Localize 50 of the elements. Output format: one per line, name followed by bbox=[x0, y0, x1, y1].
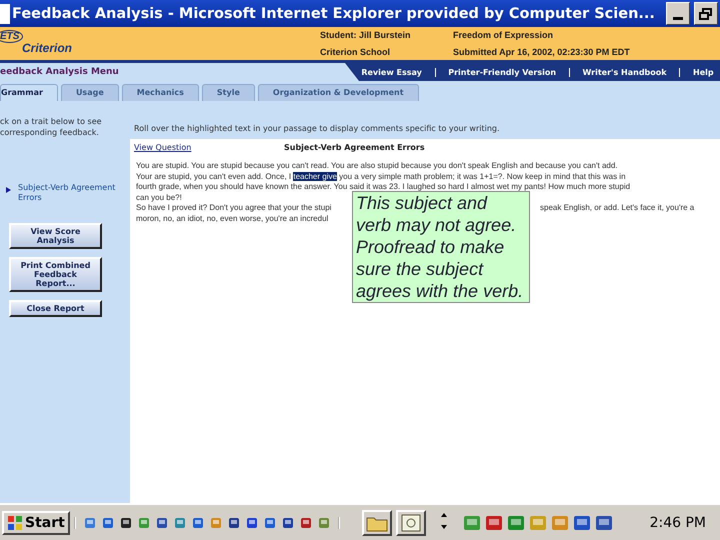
nav-link[interactable]: Writer's Handbook bbox=[582, 68, 667, 76]
student-name: Student: Jill Burstein bbox=[320, 30, 412, 40]
windows-logo-icon bbox=[7, 514, 23, 530]
clock: 2:46 PM bbox=[650, 514, 706, 530]
quick-launch-icon[interactable] bbox=[228, 516, 240, 528]
trait-link[interactable]: Subject-Verb Agreement Errors bbox=[6, 183, 130, 203]
essay-line: speak English, or add. Let's face it, you're a bbox=[540, 203, 694, 214]
instruction-text: ck on a trait below to see corresponding feedback. bbox=[0, 116, 103, 138]
view-question-link[interactable]: View Question bbox=[134, 143, 284, 152]
restore-button[interactable] bbox=[694, 2, 718, 25]
nav-link[interactable]: Help bbox=[693, 68, 714, 76]
minimize-button[interactable] bbox=[666, 2, 690, 25]
page-icon bbox=[0, 4, 10, 24]
window-task-button[interactable] bbox=[396, 510, 426, 536]
instruction-text: Roll over the highlighted text in your passage to display comments specific to your writing. bbox=[134, 124, 500, 133]
section-heading: Subject-Verb Agreement Errors bbox=[284, 143, 425, 152]
essay-line: fourth grade, when you should have known the answer. You said it was 23. I laughed so hard I almost wet my pants! How much more stupid bbox=[136, 182, 630, 191]
menu-title: eedback Analysis Menu bbox=[0, 66, 120, 79]
quick-launch-icon[interactable] bbox=[282, 516, 294, 528]
essay-line: can you be?! bbox=[136, 192, 182, 202]
tab[interactable]: Grammar bbox=[0, 84, 58, 101]
submitted-date: Submitted Apr 16, 2002, 02:23:30 PM EDT bbox=[453, 47, 630, 57]
nav-link[interactable]: Printer-Friendly Version bbox=[448, 68, 556, 76]
report-button[interactable]: View Score Analysis bbox=[9, 223, 102, 249]
tab[interactable]: Organization & Development bbox=[258, 84, 419, 101]
window-title: Feedback Analysis - Microsoft Internet Explorer provided by Computer Scien... bbox=[12, 6, 656, 22]
tooltip: This subject and verb may not agree. Proofread to make sure the subject agrees with the verb. bbox=[352, 191, 530, 303]
quick-launch-icon[interactable] bbox=[300, 516, 312, 528]
quick-launch-icon[interactable] bbox=[156, 516, 168, 528]
folder-task-button[interactable] bbox=[362, 510, 392, 536]
nav-link[interactable]: Review Essay bbox=[361, 68, 422, 76]
highlighted-text[interactable]: teacher give bbox=[293, 172, 337, 180]
tab[interactable]: Style bbox=[202, 84, 255, 101]
essay-line: So have I proved it? Don't you agree that your the stupi bbox=[136, 203, 332, 214]
essay-title: Freedom of Expression bbox=[453, 30, 554, 40]
restore-icon bbox=[699, 8, 713, 20]
start-button[interactable]: Start bbox=[2, 510, 70, 534]
logo-mark: ETS bbox=[0, 30, 24, 43]
essay-line: moron, no, an idiot, no, even worse, you're an incredul bbox=[136, 214, 328, 222]
essay-line: Your are stupid, you can't even add. Once, I teacher give you a very simple math problem; it was 1+1=?. Now keep in mind that this was in bbox=[136, 172, 626, 180]
window-icon bbox=[400, 514, 421, 532]
essay-line: You are stupid. You are stupid because you can't read. You are also stupid because you don't speak English and because you can't add. bbox=[136, 161, 618, 170]
report-button[interactable]: Close Report bbox=[9, 300, 102, 317]
tab[interactable]: Mechanics bbox=[122, 84, 199, 101]
tab[interactable]: Usage bbox=[60, 84, 119, 101]
logo-text: Criterion bbox=[22, 41, 72, 55]
quick-launch-icon[interactable] bbox=[120, 516, 132, 528]
report-button[interactable]: Print Combined Feedback Report... bbox=[9, 257, 102, 292]
school-name: Criterion School bbox=[320, 47, 392, 57]
quick-launch-icon[interactable] bbox=[246, 516, 258, 528]
